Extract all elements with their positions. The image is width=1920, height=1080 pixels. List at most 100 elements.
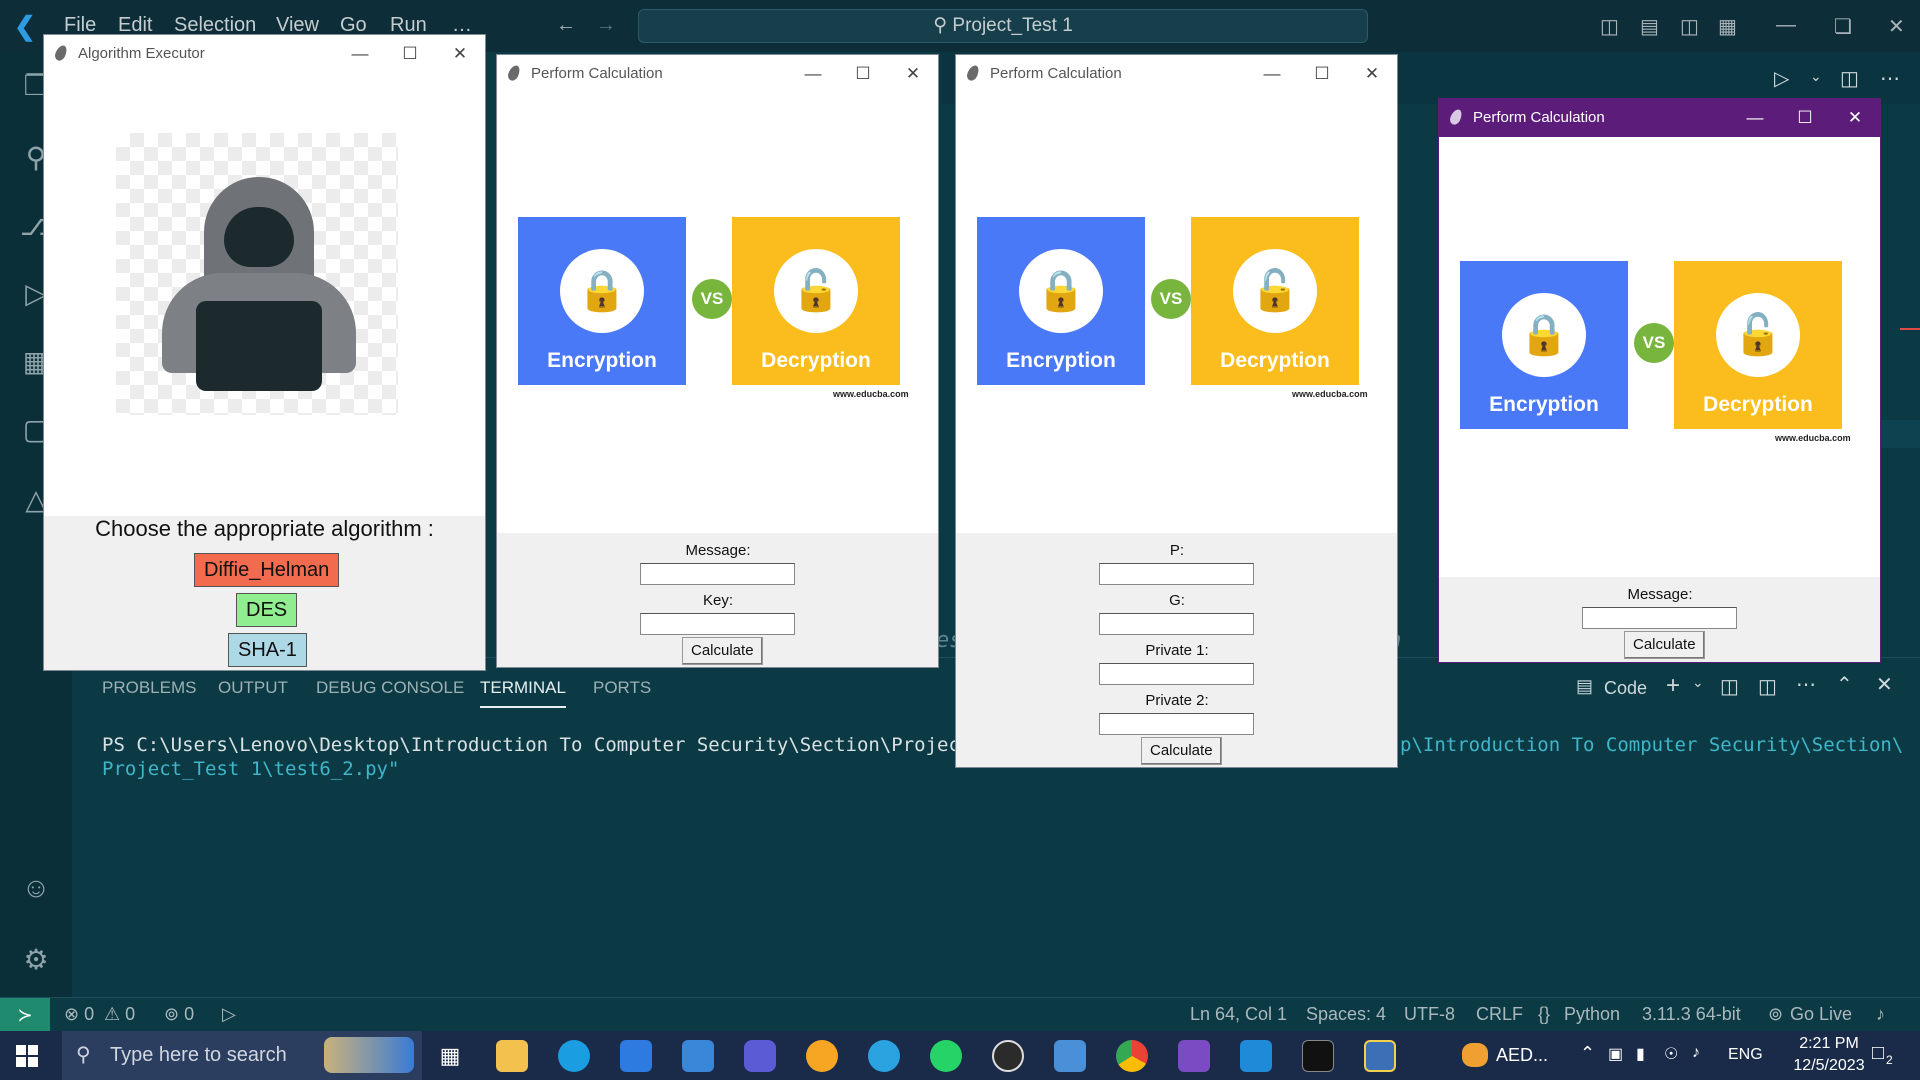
tk-feather-icon (965, 63, 981, 83)
app-window-icon[interactable] (1054, 1040, 1086, 1072)
close-icon[interactable]: ✕ (1830, 99, 1880, 137)
interpreter-status[interactable]: 3.11.3 64-bit (1642, 1004, 1741, 1025)
mail-icon[interactable] (682, 1040, 714, 1072)
private-1-input[interactable] (1099, 663, 1254, 685)
sha1-button[interactable]: SHA-1 (228, 633, 307, 667)
tab-problems[interactable]: PROBLEMS (102, 678, 196, 698)
message-input[interactable] (640, 563, 795, 585)
warnings-status[interactable]: ⚠ 0 (104, 1004, 135, 1025)
close-icon[interactable]: ✕ (435, 35, 485, 73)
weather-text[interactable]: AED... (1496, 1045, 1548, 1066)
file-explorer-icon[interactable] (496, 1040, 528, 1072)
split-terminal-icon[interactable]: ◫ (1720, 674, 1739, 699)
close-icon[interactable]: ✕ (1888, 14, 1905, 39)
toggle-sidebar-icon[interactable]: ◫ (1600, 14, 1619, 39)
toggle-panel-icon[interactable]: ▤ (1640, 14, 1659, 39)
scrollbar-marker (1900, 328, 1920, 330)
edge-browser-icon[interactable] (558, 1040, 590, 1072)
minimize-icon[interactable]: — (1776, 14, 1796, 37)
whatsapp-icon[interactable] (930, 1040, 962, 1072)
clock-time[interactable]: 2:21 PM (1788, 1035, 1870, 1053)
video-player-icon[interactable] (992, 1040, 1024, 1072)
tab-ports[interactable]: PORTS (593, 678, 651, 698)
g-input[interactable] (1099, 613, 1254, 635)
maximize-icon[interactable]: ☐ (1780, 99, 1830, 137)
key-input[interactable] (640, 613, 795, 635)
forward-arrow-icon[interactable]: → (596, 14, 616, 37)
p-input[interactable] (1099, 563, 1254, 585)
errors-status[interactable]: ⊗ 0 (64, 1004, 94, 1025)
clock-date[interactable]: 12/5/2023 (1788, 1057, 1870, 1075)
des-button[interactable]: DES (236, 593, 298, 627)
terminal-taskbar-icon[interactable] (1302, 1040, 1334, 1072)
run-file-icon[interactable]: ▷ (1774, 66, 1789, 91)
debug-status-icon[interactable]: ▷ (222, 1004, 236, 1025)
maximize-icon[interactable]: ☐ (385, 35, 435, 73)
go-live-button[interactable]: Go Live (1790, 1004, 1852, 1025)
volume-icon[interactable]: ♪ (1692, 1044, 1700, 1062)
back-arrow-icon[interactable]: ← (556, 14, 576, 37)
eol-status[interactable]: CRLF (1476, 1004, 1523, 1025)
show-hidden-icons-chevron-icon[interactable]: ⌃ (1580, 1043, 1595, 1064)
meet-now-icon[interactable]: ▣ (1608, 1044, 1623, 1064)
calculate-button[interactable]: Calculate (1141, 737, 1222, 765)
message-input[interactable] (1582, 607, 1737, 629)
calculate-button[interactable]: Calculate (682, 637, 763, 665)
battery-icon[interactable]: ▮ (1636, 1044, 1645, 1064)
language-status[interactable]: Python (1564, 1004, 1620, 1025)
customize-layout-icon[interactable]: ▦ (1718, 14, 1737, 39)
face-shadow (224, 207, 294, 267)
chrome-icon[interactable] (1116, 1040, 1148, 1072)
media-app-icon[interactable] (744, 1040, 776, 1072)
input-language[interactable]: ENG (1728, 1046, 1763, 1064)
terminal-shell-name[interactable]: Code (1604, 678, 1647, 699)
task-view-icon[interactable]: ▦ (434, 1040, 466, 1072)
ports-status[interactable]: ⊚ 0 (164, 1004, 194, 1025)
settings-gear-icon[interactable]: ⚙ (18, 942, 54, 978)
visual-studio-icon[interactable] (1178, 1040, 1210, 1072)
close-icon[interactable]: ✕ (1347, 55, 1397, 93)
trash-icon[interactable]: ◫ (1758, 674, 1777, 699)
shield-app-icon[interactable] (806, 1040, 838, 1072)
calculate-button[interactable]: Calculate (1624, 631, 1705, 659)
terminal-options-chevron-icon[interactable]: ⌄ (1692, 674, 1704, 691)
microsoft-store-icon[interactable] (620, 1040, 652, 1072)
indentation-status[interactable]: Spaces: 4 (1306, 1004, 1386, 1025)
tab-debug-console[interactable]: DEBUG CONSOLE (316, 678, 464, 698)
toggle-secondary-sidebar-icon[interactable]: ◫ (1680, 14, 1699, 39)
encoding-status[interactable]: UTF-8 (1404, 1004, 1455, 1025)
private-2-input[interactable] (1099, 713, 1254, 735)
lock-open-icon: 🔓 (1233, 249, 1317, 333)
run-options-chevron-icon[interactable]: ⌄ (1810, 68, 1822, 85)
vscode-taskbar-icon[interactable] (1240, 1040, 1272, 1072)
taskbar-search[interactable]: ⚲ Type here to search (62, 1031, 422, 1080)
maximize-panel-chevron-icon[interactable]: ⌃ (1836, 672, 1853, 697)
notifications-bell-icon[interactable]: ♪ (1876, 1004, 1885, 1025)
diffie-helman-button[interactable]: Diffie_Helman (194, 553, 340, 587)
telegram-icon[interactable] (868, 1040, 900, 1072)
panel-more-icon[interactable]: ⋯ (1796, 672, 1816, 697)
accounts-icon[interactable]: ☺ (18, 870, 54, 906)
window-titlebar: Algorithm Executor — ☐ ✕ (44, 35, 485, 73)
new-terminal-plus-icon[interactable]: + (1666, 672, 1680, 700)
minimize-icon[interactable]: — (788, 55, 838, 93)
minimize-icon[interactable]: — (335, 35, 385, 73)
close-icon[interactable]: ✕ (888, 55, 938, 93)
cursor-position[interactable]: Ln 64, Col 1 (1190, 1004, 1287, 1025)
tab-terminal[interactable]: TERMINAL (480, 678, 566, 708)
maximize-icon[interactable]: ☐ (1297, 55, 1347, 93)
minimize-icon[interactable]: — (1247, 55, 1297, 93)
split-editor-icon[interactable]: ◫ (1840, 66, 1859, 91)
tab-output[interactable]: OUTPUT (218, 678, 288, 698)
restore-icon[interactable]: ❏ (1834, 14, 1852, 39)
close-panel-icon[interactable]: ✕ (1876, 672, 1893, 697)
remote-indicator-icon[interactable]: ≻ (0, 998, 50, 1032)
python-taskbar-icon[interactable] (1364, 1040, 1396, 1072)
wifi-icon[interactable]: ☉ (1664, 1044, 1678, 1064)
maximize-icon[interactable]: ☐ (838, 55, 888, 93)
action-center-icon[interactable]: □ (1872, 1042, 1884, 1065)
minimize-icon[interactable]: — (1730, 99, 1780, 137)
start-windows-icon[interactable] (16, 1045, 38, 1067)
command-center-search[interactable]: ⚲ Project_Test 1 (638, 9, 1368, 43)
editor-more-icon[interactable]: ⋯ (1880, 66, 1900, 91)
